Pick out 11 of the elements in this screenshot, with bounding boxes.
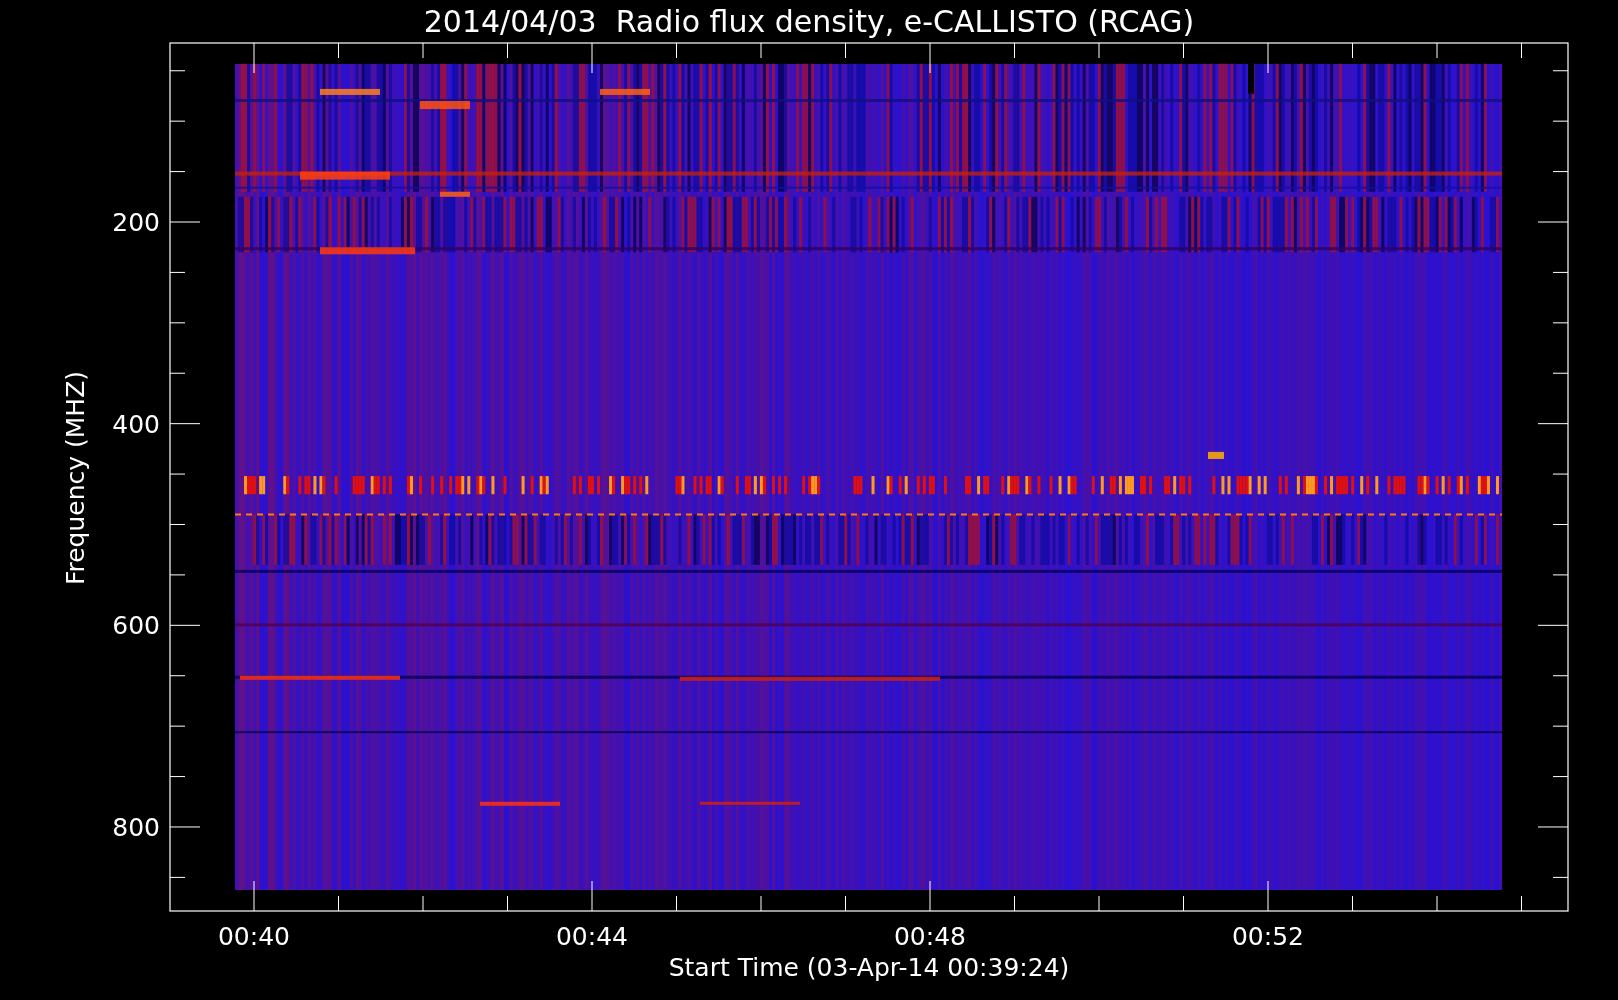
x-axis-label: Start Time (03-Apr-14 00:39:24) bbox=[668, 953, 1070, 982]
y-tick-label: 200 bbox=[112, 208, 160, 237]
y-tick-label: 800 bbox=[112, 813, 160, 842]
chart-title: 2014/04/03 Radio flux density, e-CALLISTO (RCAG) bbox=[423, 4, 1195, 39]
x-tick-label: 00:48 bbox=[894, 922, 966, 951]
x-tick-label: 00:40 bbox=[218, 922, 290, 951]
x-tick-label: 00:44 bbox=[556, 922, 628, 951]
x-tick-label: 00:52 bbox=[1232, 922, 1304, 951]
y-tick-label: 400 bbox=[112, 409, 160, 439]
y-tick-label: 600 bbox=[112, 611, 160, 641]
y-axis-label: Frequency (MHZ) bbox=[61, 370, 90, 586]
